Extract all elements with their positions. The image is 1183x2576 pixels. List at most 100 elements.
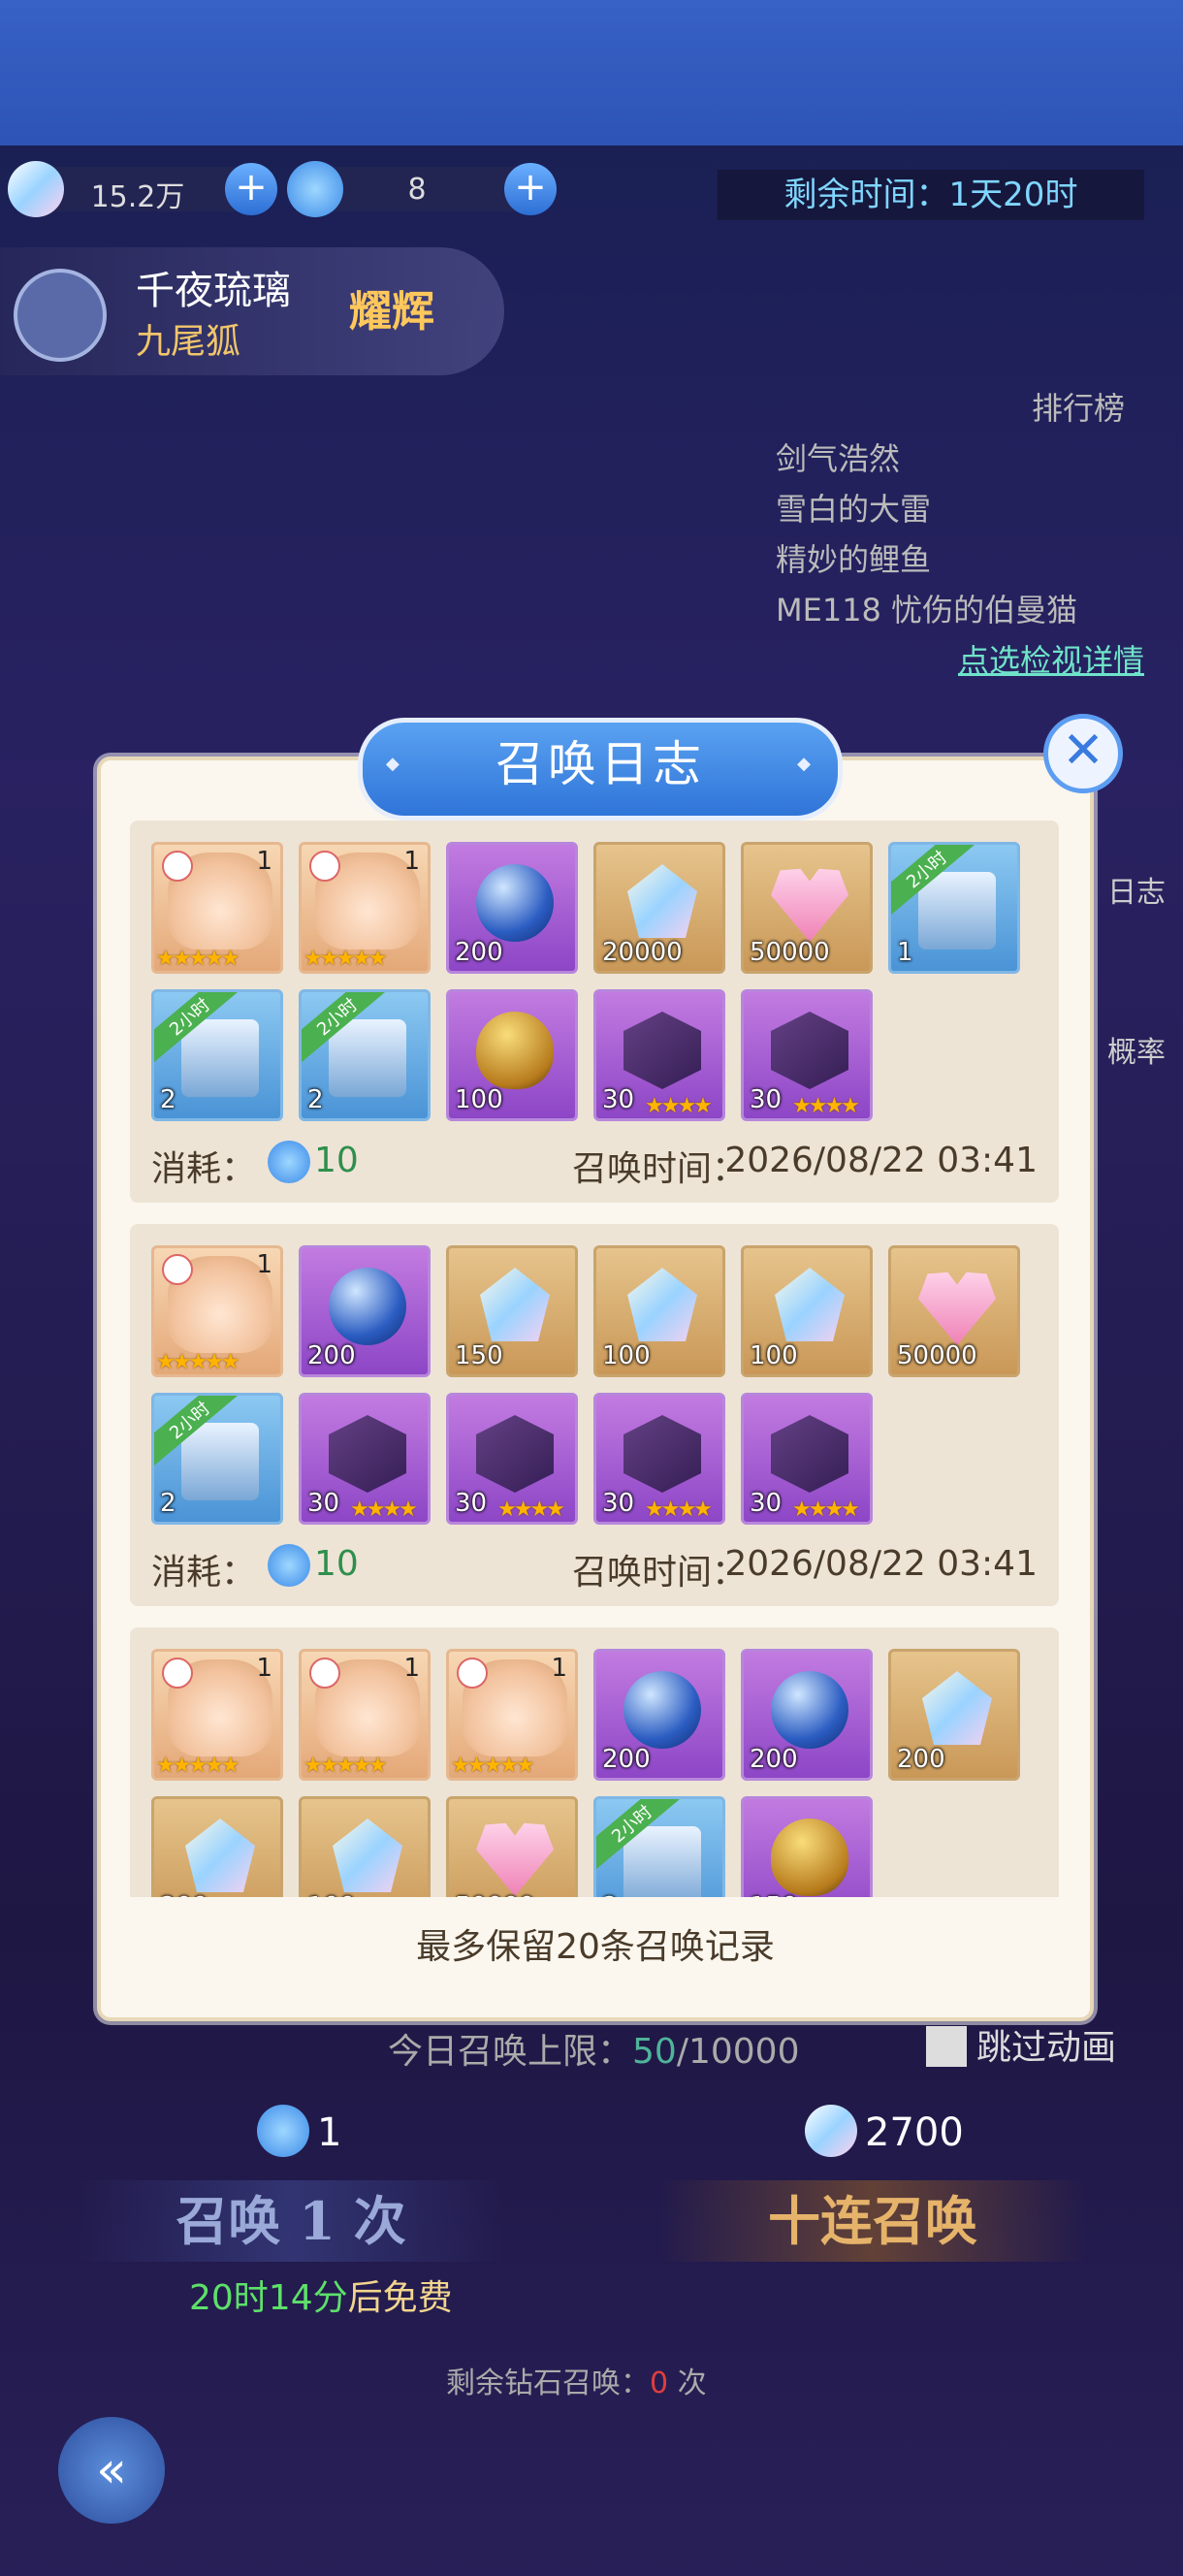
item-count: 1 xyxy=(256,1250,272,1279)
time-label: 召唤时间： xyxy=(572,1553,748,1593)
remaining-summons: 剩余钻石召唤：0 次 xyxy=(446,2359,707,2401)
shard-icon xyxy=(476,1415,554,1493)
item-amount: 2 xyxy=(160,1489,176,1518)
reward-item-orb[interactable]: 200 xyxy=(299,1245,431,1377)
reward-item-heart[interactable]: 50000 xyxy=(888,1245,1020,1377)
item-amount: 30 xyxy=(602,1085,635,1114)
shard-icon xyxy=(623,1415,701,1493)
add-water-button[interactable]: + xyxy=(504,163,557,215)
item-amount: 2 xyxy=(160,1085,176,1114)
element-icon xyxy=(457,1658,488,1689)
item-amount: 2 xyxy=(602,1892,619,1897)
add-gem-button[interactable]: + xyxy=(225,163,277,215)
reward-item-hero[interactable]: 1 ★★★★★ xyxy=(151,1245,283,1377)
time-label: 召唤时间： xyxy=(572,1149,748,1189)
reward-item-chest[interactable]: 2小时 1 xyxy=(888,842,1020,974)
back-button[interactable]: « xyxy=(58,2417,165,2524)
hero-element-icon xyxy=(14,269,107,362)
egg-icon xyxy=(771,1819,848,1896)
ranking-panel: 排行榜 剑气浩然 雪白的大雷 精妙的鲤鱼 ME118 忧伤的伯曼猫 点选检视详情 xyxy=(776,383,1144,686)
reward-item-crystal[interactable]: 100 xyxy=(299,1796,431,1897)
item-amount: 200 xyxy=(750,1745,798,1774)
item-count: 1 xyxy=(256,1654,272,1683)
reward-item-heart[interactable]: 50000 xyxy=(446,1796,578,1897)
item-count: 1 xyxy=(551,1654,567,1683)
crystal-icon xyxy=(627,864,697,938)
crystal-icon xyxy=(922,1671,992,1745)
crystal-icon xyxy=(627,1268,697,1341)
reward-item-crystal[interactable]: 100 xyxy=(593,1245,725,1377)
log-entry-meta: 消耗： 10 召唤时间： 2026/08/22 03:41 xyxy=(130,1131,1059,1189)
log-button[interactable]: 日志 xyxy=(1090,868,1183,911)
orb-icon xyxy=(476,864,554,942)
item-amount: 200 xyxy=(602,1745,651,1774)
crystal-icon xyxy=(185,1819,255,1892)
ranking-details-link[interactable]: 点选检视详情 xyxy=(776,635,1144,686)
reward-item-orb[interactable]: 200 xyxy=(593,1649,725,1781)
reward-item-orb[interactable]: 200 xyxy=(446,842,578,974)
reward-item-crystal[interactable]: 200 xyxy=(888,1649,1020,1781)
reward-item-hero[interactable]: 1 ★★★★★ xyxy=(151,1649,283,1781)
reward-item-crystal[interactable]: 150 xyxy=(446,1245,578,1377)
ten-cost: 2700 xyxy=(805,2105,964,2157)
hero-name: 千夜琉璃 xyxy=(136,269,291,313)
chest-icon xyxy=(623,1826,701,1897)
single-cost-value: 1 xyxy=(317,2110,342,2155)
cost-label: 消耗： xyxy=(151,1553,257,1593)
reward-item-shard[interactable]: ★★★★ 30 xyxy=(741,1393,873,1525)
free-timer: 20时14分后免费 xyxy=(189,2270,453,2320)
close-button[interactable]: ✕ xyxy=(1043,714,1123,793)
item-amount: 2 xyxy=(307,1085,324,1114)
chest-icon xyxy=(181,1019,259,1097)
ranking-title: 排行榜 xyxy=(1031,390,1125,427)
water-icon xyxy=(287,161,343,217)
star-rating-icon: ★★★★ xyxy=(645,1094,713,1118)
reward-item-crystal[interactable]: 200 xyxy=(151,1796,283,1897)
ten-cost-value: 2700 xyxy=(865,2110,964,2155)
reward-item-chest[interactable]: 2小时2 xyxy=(151,989,283,1121)
item-amount: 150 xyxy=(750,1892,798,1897)
reward-item-hero[interactable]: 1 ★★★★★ xyxy=(151,842,283,974)
free-time-suffix: 后免费 xyxy=(347,2278,453,2318)
item-amount: 50000 xyxy=(750,938,830,967)
hero-banner[interactable]: 千夜琉璃 九尾狐 耀辉 xyxy=(0,247,504,375)
reward-item-crystal[interactable]: 100 xyxy=(741,1245,873,1377)
item-amount: 30 xyxy=(602,1489,635,1518)
reward-item-chest[interactable]: 2小时2 xyxy=(151,1393,283,1525)
egg-icon xyxy=(476,1012,554,1089)
reward-item-orb[interactable]: 200 xyxy=(741,1649,873,1781)
summon-log-list[interactable]: 1 ★★★★★ 1 ★★★★★ 200 20000 50000 2小时 1 2小时 2 2小时 2 100… xyxy=(130,821,1059,1897)
log-entry: 1 ★★★★★ 200 150 100 100 50000 2小时 2 ★★★★ 30 ★★★★ 30 ★… xyxy=(130,1224,1059,1606)
reward-item-shard[interactable]: ★★★★ 30 xyxy=(741,989,873,1121)
rate-button[interactable]: 概率 xyxy=(1090,1028,1183,1071)
reward-item-egg[interactable]: 100 xyxy=(446,989,578,1121)
reward-item-shard[interactable]: ★★★★ 30 xyxy=(593,989,725,1121)
reward-item-heart[interactable]: 50000 xyxy=(741,842,873,974)
reward-item-shard[interactable]: ★★★★ 30 xyxy=(593,1393,725,1525)
reward-item-chest[interactable]: 2小时2 xyxy=(299,989,431,1121)
summon-ten-button[interactable]: 十连召唤 xyxy=(659,2180,1086,2262)
reward-item-shard[interactable]: ★★★★ 30 xyxy=(299,1393,431,1525)
hero-rarity-tag: 耀辉 xyxy=(349,287,434,337)
star-rating-icon: ★★★★★ xyxy=(304,1754,388,1778)
reward-item-shard[interactable]: ★★★★ 30 xyxy=(446,1393,578,1525)
summon-once-button[interactable]: 召唤 1 次 xyxy=(78,2180,504,2262)
element-icon xyxy=(162,1658,193,1689)
checkbox[interactable] xyxy=(926,2026,967,2067)
star-rating-icon: ★★★★ xyxy=(350,1497,418,1522)
reward-item-egg[interactable]: 150 xyxy=(741,1796,873,1897)
reward-item-hero[interactable]: 1 ★★★★★ xyxy=(446,1649,578,1781)
item-amount: 30 xyxy=(307,1489,340,1518)
log-entry-meta: 消耗： 10 召唤时间： 2026/08/22 03:41 xyxy=(130,1534,1059,1593)
reward-item-hero[interactable]: 1 ★★★★★ xyxy=(299,1649,431,1781)
currency-water: 8 + xyxy=(287,161,557,217)
star-rating-icon: ★★★★★ xyxy=(304,947,388,971)
remaining-unit: 次 xyxy=(677,2367,707,2400)
reward-item-hero[interactable]: 1 ★★★★★ xyxy=(299,842,431,974)
reward-item-crystal[interactable]: 20000 xyxy=(593,842,725,974)
star-rating-icon: ★★★★ xyxy=(497,1497,565,1522)
chest-icon xyxy=(918,872,996,950)
chest-icon xyxy=(181,1423,259,1500)
skip-animation-toggle[interactable]: 跳过动画 xyxy=(926,2019,1116,2070)
reward-item-chest[interactable]: 2小时2 xyxy=(593,1796,725,1897)
